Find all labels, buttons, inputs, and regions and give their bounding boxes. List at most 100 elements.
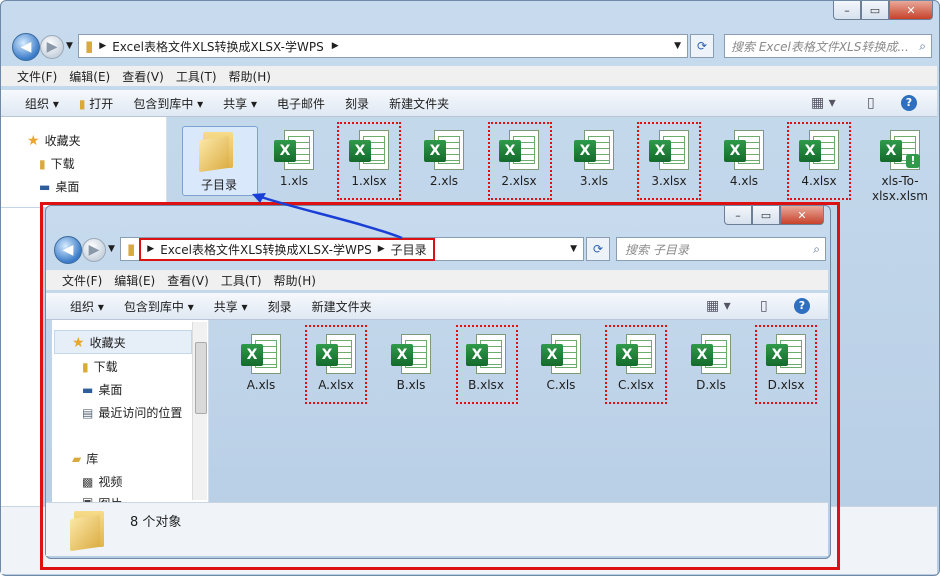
nav-desktop[interactable]: ▬ 桌面	[39, 178, 79, 195]
item-count: 8 个对象	[130, 515, 182, 530]
nav-libraries[interactable]: ▰ 库	[72, 450, 98, 467]
xlsx-highlight-box	[787, 122, 851, 200]
preview-pane-icon[interactable]: ▯	[760, 298, 768, 314]
menu-view[interactable]: 查看(V)	[116, 68, 170, 85]
breadcrumb-path[interactable]: Excel表格文件XLS转换成XLSX-学WPS	[160, 241, 372, 258]
breadcrumb-subfolder[interactable]: 子目录	[391, 241, 427, 258]
history-dropdown-icon[interactable]: ▼	[108, 244, 115, 254]
new-folder-button[interactable]: 新建文件夹	[302, 298, 382, 315]
burn-button[interactable]: 刻录	[335, 95, 379, 112]
view-options-icon[interactable]: ▦ ▾	[811, 95, 836, 111]
inner-nav-pane: ★收藏夹 ▮下载 ▬桌面 ▤最近访问的位置 ▰库 ▩视频 ▣图片	[52, 320, 209, 503]
scrollbar-thumb[interactable]	[195, 342, 207, 414]
xlsx-highlight-box	[637, 122, 701, 200]
minimize-button[interactable]: –	[833, 1, 861, 20]
view-options-icon[interactable]: ▦ ▾	[706, 298, 731, 314]
download-folder-icon: ▮	[82, 359, 89, 374]
command-bar: 组织 ▾ ▮ 打开 包含到库中 ▾ 共享 ▾ 电子邮件 刻录 新建文件夹 ▦ ▾…	[1, 90, 937, 117]
maximize-button[interactable]: ▭	[752, 206, 780, 225]
desktop-icon: ▬	[39, 179, 51, 194]
forward-button[interactable]: ▶	[82, 238, 106, 262]
help-icon[interactable]: ?	[794, 298, 810, 314]
xlsx-highlight-box	[337, 122, 401, 200]
menu-tools[interactable]: 工具(T)	[215, 272, 268, 289]
breadcrumb-chevron-icon: ▶	[377, 244, 385, 254]
back-button[interactable]: ◀	[12, 33, 40, 61]
organize-button[interactable]: 组织 ▾	[60, 298, 114, 315]
file-item[interactable]: X 1.xls	[262, 130, 326, 188]
file-item[interactable]: X C.xls	[529, 334, 593, 392]
share-button[interactable]: 共享 ▾	[213, 95, 267, 112]
refresh-button[interactable]: ⟳	[690, 34, 714, 58]
nav-downloads[interactable]: ▮ 下载	[82, 358, 118, 375]
menu-file[interactable]: 文件(F)	[56, 272, 108, 289]
excel-file-icon: X	[724, 130, 764, 170]
address-path-highlight: ▶ Excel表格文件XLS转换成XLSX-学WPS ▶ 子目录	[139, 237, 435, 261]
share-button[interactable]: 共享 ▾	[204, 298, 258, 315]
nav-desktop[interactable]: ▬ 桌面	[82, 381, 122, 398]
search-input[interactable]: 搜索 Excel表格文件XLS转换成... ⌕	[724, 34, 932, 58]
xlsx-highlight-box	[605, 325, 667, 404]
outer-nav-partial	[1, 208, 41, 508]
minimize-button[interactable]: –	[724, 206, 752, 225]
nav-scrollbar[interactable]	[192, 322, 207, 500]
command-bar: 组织 ▾ 包含到库中 ▾ 共享 ▾ 刻录 新建文件夹 ▦ ▾ ▯ ?	[46, 293, 828, 320]
xlsx-highlight-box	[488, 122, 552, 200]
menu-file[interactable]: 文件(F)	[11, 68, 63, 85]
file-item[interactable]: X B.xls	[379, 334, 443, 392]
excel-file-icon: X	[391, 334, 431, 374]
xlsx-highlight-box	[456, 325, 518, 404]
warning-badge-icon: !	[906, 154, 920, 168]
star-icon: ★	[72, 334, 85, 351]
history-dropdown-icon[interactable]: ▼	[66, 41, 73, 51]
file-item[interactable]: X! xls-To-xlsx.xlsm	[862, 130, 938, 204]
forward-button[interactable]: ▶	[40, 35, 64, 59]
folder-item[interactable]: 子目录	[187, 130, 251, 193]
menu-edit[interactable]: 编辑(E)	[63, 68, 116, 85]
menu-help[interactable]: 帮助(H)	[268, 272, 322, 289]
folder-icon: ▮	[127, 240, 136, 258]
search-icon[interactable]: ⌕	[919, 39, 926, 54]
address-dropdown-icon[interactable]: ▼	[674, 41, 681, 51]
nav-favorites[interactable]: ★ 收藏夹	[27, 132, 81, 149]
status-folder-icon	[70, 509, 110, 552]
address-bar[interactable]: ▮ ▶ Excel表格文件XLS转换成XLSX-学WPS ▶ 子目录 ▼	[120, 237, 584, 261]
file-item[interactable]: X A.xls	[229, 334, 293, 392]
menu-bar: 文件(F) 编辑(E) 查看(V) 工具(T) 帮助(H)	[46, 270, 828, 290]
xlsx-highlight-box	[755, 325, 817, 404]
nav-videos[interactable]: ▩ 视频	[82, 473, 122, 490]
menu-edit[interactable]: 编辑(E)	[108, 272, 161, 289]
breadcrumb-path[interactable]: Excel表格文件XLS转换成XLSX-学WPS	[112, 38, 324, 55]
menu-view[interactable]: 查看(V)	[161, 272, 215, 289]
file-item[interactable]: X 3.xls	[562, 130, 626, 188]
email-button[interactable]: 电子邮件	[267, 95, 335, 112]
organize-button[interactable]: 组织 ▾	[15, 95, 69, 112]
close-button[interactable]: ✕	[780, 206, 824, 225]
nav-downloads[interactable]: ▮ 下载	[39, 155, 75, 172]
include-in-library-button[interactable]: 包含到库中 ▾	[114, 298, 204, 315]
refresh-button[interactable]: ⟳	[586, 237, 610, 261]
excel-file-icon: X	[541, 334, 581, 374]
back-button[interactable]: ◀	[54, 236, 82, 264]
address-bar[interactable]: ▮ ▶ Excel表格文件XLS转换成XLSX-学WPS ▶ ▼	[78, 34, 688, 58]
new-folder-button[interactable]: 新建文件夹	[379, 95, 459, 112]
file-item[interactable]: X 4.xls	[712, 130, 776, 188]
menu-tools[interactable]: 工具(T)	[170, 68, 223, 85]
search-icon[interactable]: ⌕	[813, 242, 820, 257]
file-item[interactable]: X D.xls	[679, 334, 743, 392]
file-item[interactable]: X 2.xls	[412, 130, 476, 188]
search-input[interactable]: 搜索 子目录 ⌕	[616, 237, 826, 261]
menu-help[interactable]: 帮助(H)	[223, 68, 277, 85]
search-placeholder: 搜索 Excel表格文件XLS转换成...	[731, 39, 909, 54]
nav-favorites[interactable]: ★ 收藏夹	[72, 334, 126, 351]
nav-recent-places[interactable]: ▤ 最近访问的位置	[82, 404, 182, 421]
preview-pane-icon[interactable]: ▯	[867, 95, 875, 111]
open-button[interactable]: ▮ 打开	[69, 95, 123, 112]
include-in-library-button[interactable]: 包含到库中 ▾	[123, 95, 213, 112]
close-button[interactable]: ✕	[889, 1, 933, 20]
burn-button[interactable]: 刻录	[258, 298, 302, 315]
maximize-button[interactable]: ▭	[861, 1, 889, 20]
address-dropdown-icon[interactable]: ▼	[570, 244, 577, 254]
help-icon[interactable]: ?	[901, 95, 917, 111]
excel-file-icon: X	[424, 130, 464, 170]
